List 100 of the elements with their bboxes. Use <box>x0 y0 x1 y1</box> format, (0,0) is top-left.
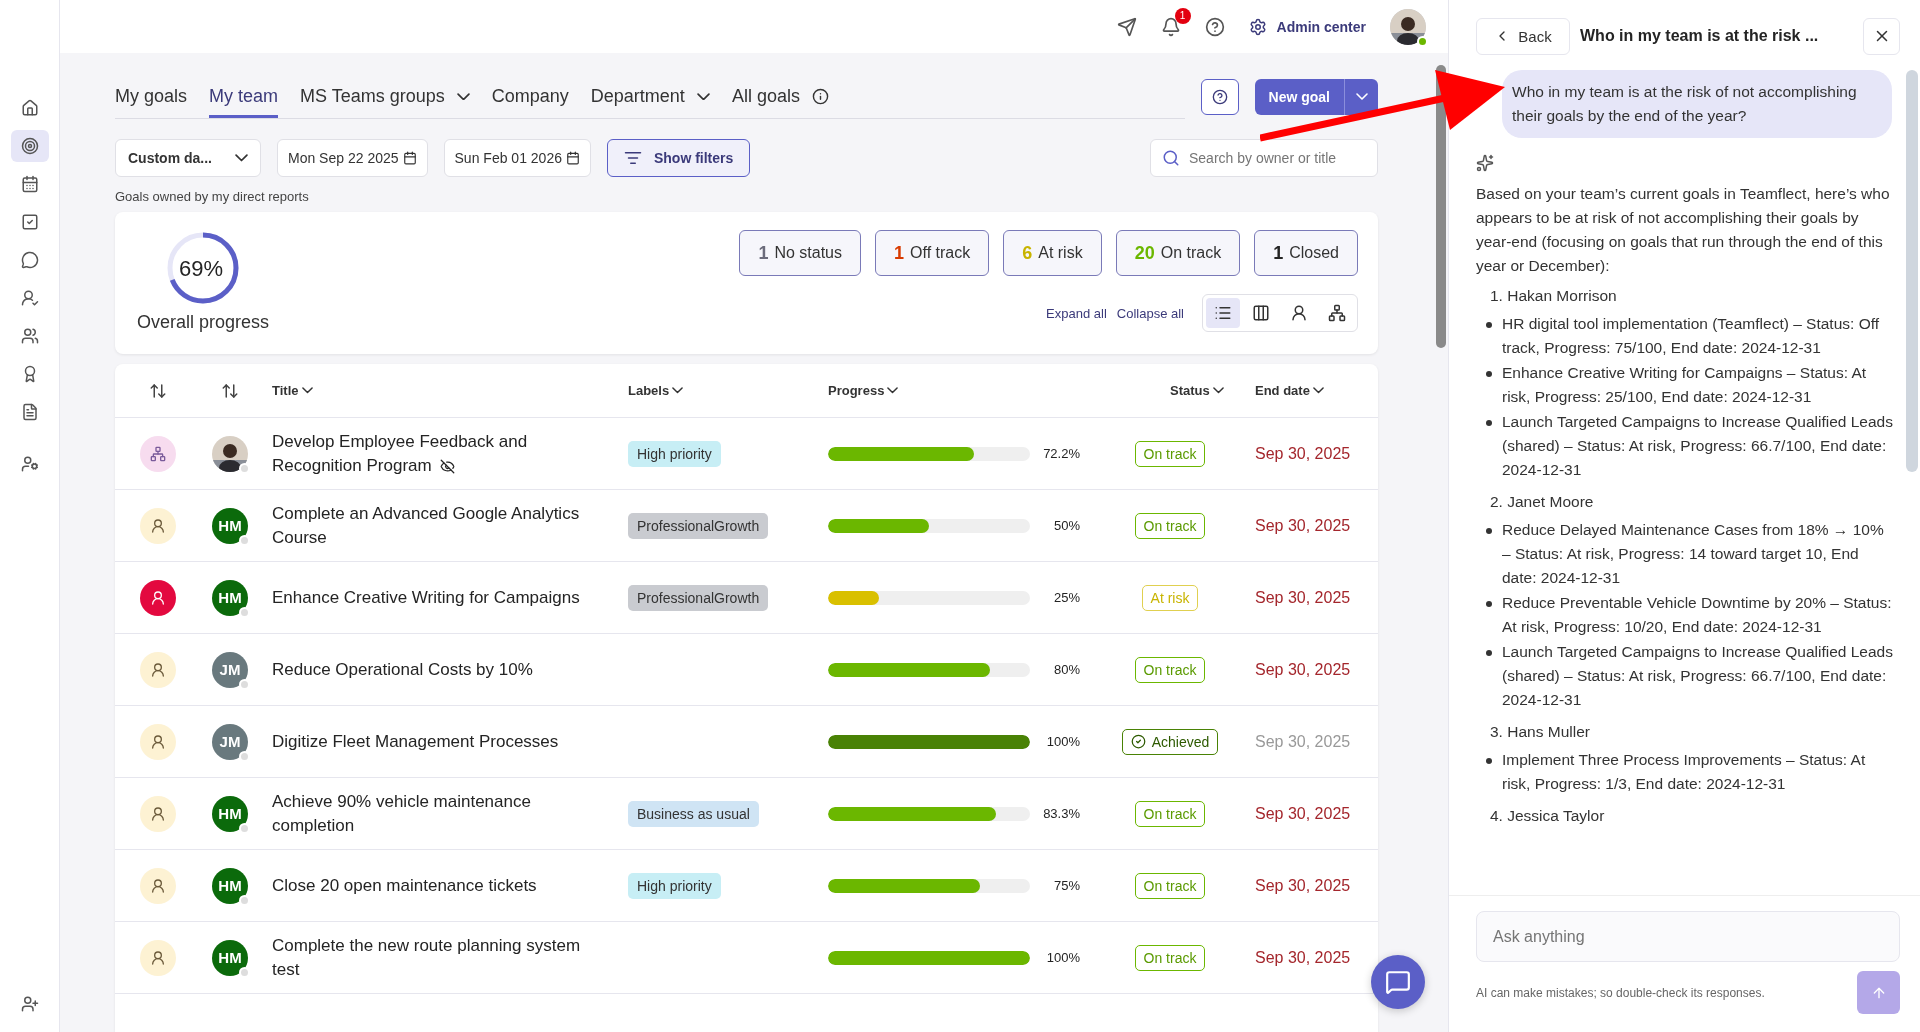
column-header[interactable]: Title <box>260 383 313 398</box>
chevron-down-icon <box>456 92 470 101</box>
goal-title[interactable]: Achieve 90% vehicle maintenance completion <box>260 789 628 838</box>
show-filters-button[interactable]: Show filters <box>606 139 751 177</box>
status-filter-chip[interactable]: 1 No status <box>739 230 861 276</box>
date-range-select[interactable]: Custom da... <box>115 139 261 177</box>
org-chart-view-icon <box>1328 304 1346 322</box>
goal-title[interactable]: Complete the new route planning system test <box>260 933 628 982</box>
goal-tab[interactable]: All goals <box>731 86 829 118</box>
disclaimer-text: AI can make mistakes; so double-check its responses. <box>1476 985 1765 1000</box>
view-toggle-button[interactable] <box>1206 298 1240 328</box>
presence-dot <box>239 678 250 690</box>
goal-label: High priority <box>628 872 721 899</box>
send-icon <box>1116 16 1137 37</box>
status-filter-chip[interactable]: 1 Closed <box>1254 230 1358 276</box>
scrollbar-thumb[interactable] <box>1436 65 1446 348</box>
notifications-button[interactable] <box>1160 16 1181 37</box>
person-icon <box>149 877 166 894</box>
goal-summary: Launch Targeted Campaigns to Increase Qualified Leads (shared) – Status: At risk, Progress: 66.7/100, End date: 2024-12-31 <box>1502 642 1894 710</box>
send-button[interactable] <box>1116 16 1137 37</box>
help-button[interactable] <box>1200 79 1239 115</box>
end-date: Sep 30, 2025 <box>1255 804 1351 823</box>
presence-dot <box>239 966 250 978</box>
status-filter-chip[interactable]: 1 Off track <box>875 230 990 276</box>
close-button[interactable] <box>1863 17 1900 55</box>
sparkle-icon <box>1476 154 1494 172</box>
status-filter-chip[interactable]: 20 On track <box>1115 230 1241 276</box>
owner-avatar: JM <box>212 723 248 760</box>
end-date-field[interactable]: Sun Feb 01 2026 <box>443 139 591 177</box>
goals-caption: Goals owned by my direct reports <box>115 189 310 204</box>
goal-tab[interactable]: Department <box>590 86 710 118</box>
help-button[interactable] <box>1204 16 1225 37</box>
end-date: Sep 30, 2025 <box>1255 948 1351 967</box>
owner-avatar: HM <box>212 795 248 832</box>
online-dot <box>1417 35 1428 47</box>
goal-title[interactable]: Reduce Operational Costs by 10% <box>260 657 628 682</box>
back-button[interactable]: Back <box>1476 17 1570 55</box>
user-settings-icon <box>20 455 39 473</box>
person-icon <box>149 733 166 750</box>
goal-tab[interactable]: Company <box>491 86 569 118</box>
goal-title[interactable]: Develop Employee Feedback and Recognition Program <box>260 429 628 478</box>
target-icon <box>20 137 39 155</box>
chevron-down-icon <box>1355 93 1368 101</box>
goal-summary: Reduce Preventable Vehicle Downtime by 20% – Status: At risk, Progress: 10/20, End date: 2024-12-31 <box>1502 593 1893 637</box>
person-icon <box>149 589 166 606</box>
ask-field[interactable]: Ask anything <box>1476 911 1900 962</box>
collapse-all-link[interactable]: Collapse all <box>1116 305 1184 321</box>
status-badge: On track <box>1134 656 1206 683</box>
status-filter-chip[interactable]: 6 At risk <box>1003 230 1102 276</box>
hidden-eye-icon <box>439 458 455 474</box>
check-circle-icon <box>1130 734 1146 749</box>
owner-avatar: HM <box>212 939 248 976</box>
column-header[interactable]: Labels <box>628 383 684 398</box>
admin-center-button[interactable]: Admin center <box>1248 17 1366 36</box>
goal-title[interactable]: Close 20 open maintenance tickets <box>260 873 628 898</box>
sort-button[interactable] <box>221 381 239 400</box>
list-view-icon <box>1214 304 1232 322</box>
bullet-dot <box>1486 601 1492 607</box>
ai-response-text: Based on your team’s current goals in Teamflect, here’s who appears to be at risk of not accomplishing their goals by year-end (focusing on goals that run through the end of this year or December): <box>1476 184 1891 276</box>
column-header[interactable]: Status <box>1115 383 1224 398</box>
bullet-dot <box>1486 371 1492 377</box>
end-date: Sep 30, 2025 <box>1255 516 1351 535</box>
progress-value: 50% <box>1052 518 1080 533</box>
presence-dot <box>239 894 250 906</box>
add-user-icon <box>20 995 39 1013</box>
scrollbar-thumb[interactable] <box>1906 70 1918 472</box>
owner-avatar: HM <box>212 507 248 544</box>
progress-value: 80% <box>1052 662 1080 677</box>
sort-button[interactable] <box>148 381 167 400</box>
person-check-icon <box>20 289 39 307</box>
help-icon <box>1204 16 1225 37</box>
goal-tab[interactable]: My goals <box>115 86 188 118</box>
column-header[interactable]: Progress <box>828 383 899 398</box>
goal-tab[interactable]: MS Teams groups <box>300 86 470 118</box>
goal-label: ProfessionalGrowth <box>628 584 769 611</box>
column-header[interactable]: End date <box>1225 383 1324 398</box>
sidebar-nav-button[interactable] <box>10 130 49 162</box>
sort-icon <box>148 381 167 400</box>
new-goal-menu-button[interactable] <box>1344 79 1378 115</box>
expand-all-link[interactable]: Expand all <box>1046 305 1107 321</box>
filter-icon <box>623 149 642 167</box>
progress-value: 100% <box>1045 734 1080 749</box>
search-field[interactable]: Search by owner or title <box>1150 139 1378 177</box>
start-date-field[interactable]: Mon Sep 22 2025 <box>277 139 428 177</box>
goal-title[interactable]: Digitize Fleet Management Processes <box>260 729 628 754</box>
chevron-down-icon <box>1312 387 1324 394</box>
notification-badge: 1 <box>1174 7 1191 24</box>
goal-tab[interactable]: My team <box>209 86 279 118</box>
person-icon <box>149 949 166 966</box>
status-badge: On track <box>1134 512 1206 539</box>
goal-title[interactable]: Complete an Advanced Google Analytics Course <box>260 501 628 550</box>
person-name: 4. Jessica Taylor <box>1490 806 1605 826</box>
goal-title[interactable]: Enhance Creative Writing for Campaigns <box>260 585 628 610</box>
goal-label: High priority <box>628 440 721 467</box>
chat-bubble-icon <box>20 251 39 269</box>
new-goal-button[interactable]: New goal <box>1254 79 1344 115</box>
settings-icon <box>1248 17 1267 36</box>
person-name: 2. Janet Moore <box>1490 492 1594 512</box>
people-icon <box>20 327 39 345</box>
goal-summary: Launch Targeted Campaigns to Increase Qualified Leads (shared) – Status: At risk, Progress: 66.7/100, End date: 2024-12-31 <box>1502 412 1894 480</box>
